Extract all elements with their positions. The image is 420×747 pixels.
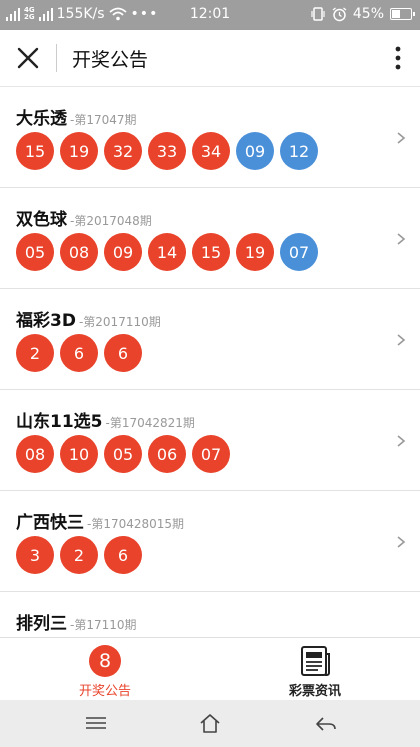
lottery-item[interactable]: 广西快三 -第170428015期 3 2 6 — [0, 491, 420, 592]
lottery-header: 山东11选5 -第17042821期 — [16, 407, 195, 432]
lottery-issue: -第17042821期 — [105, 416, 195, 430]
lottery-item[interactable]: 大乐透 -第17047期 15 19 32 33 34 09 12 — [0, 87, 420, 188]
lottery-issue: -第17047期 — [70, 113, 137, 127]
lottery-header: 福彩3D -第2017110期 — [16, 306, 161, 331]
winning-numbers: 266 — [16, 334, 142, 372]
chevron-right-icon — [397, 536, 406, 548]
red-ball: 32 — [104, 132, 142, 170]
red-ball: 05 — [16, 233, 54, 271]
red-ball: 19 — [236, 233, 274, 271]
lottery-issue: -第2017048期 — [70, 214, 152, 228]
battery-icon — [390, 8, 415, 20]
tab-label: 彩票资讯 — [288, 684, 341, 699]
blue-ball: 09 — [236, 132, 274, 170]
red-ball: 34 — [192, 132, 230, 170]
chevron-right-icon — [397, 233, 406, 245]
red-ball: 09 — [104, 233, 142, 271]
draw-results-icon: 8 — [89, 645, 121, 677]
lottery-issue: -第17110期 — [70, 618, 137, 632]
lottery-item[interactable]: 双色球 -第2017048期 05 08 09 14 15 19 07 — [0, 188, 420, 289]
red-ball: 07 — [192, 435, 230, 473]
tab-label: 开奖公告 — [78, 684, 131, 699]
lottery-item[interactable]: 排列三 -第17110期 — [0, 592, 420, 637]
blue-ball: 07 — [280, 233, 318, 271]
winning-numbers: 08 10 05 06 07 — [16, 435, 230, 473]
lottery-item[interactable]: 山东11选5 -第17042821期 08 10 05 06 07 — [0, 390, 420, 491]
lottery-issue: -第2017110期 — [78, 315, 161, 329]
lottery-name: 山东11选5 — [16, 412, 103, 432]
lottery-name: 排列三 — [16, 614, 67, 634]
lottery-item[interactable]: 福彩3D -第2017110期 2 6 6 — [0, 289, 420, 390]
winning-numbers: 15 19 32 33 34 09 12 — [16, 132, 318, 170]
alarm-icon — [332, 6, 347, 21]
lottery-list: 大乐透 -第17047期 15 19 32 33 34 09 12 双色球 -第2017048期 05… — [0, 87, 420, 637]
tab-draw-results[interactable]: 8 开奖公告 — [0, 638, 210, 701]
system-nav-bar — [0, 700, 420, 747]
winning-numbers: 326 — [16, 536, 142, 574]
tab-bar: 8 开奖公告 彩票资讯 — [0, 637, 420, 701]
red-ball: 2 — [60, 536, 98, 574]
status-bar: 4G 2G 155K/s ••• 12:01 45% — [0, 0, 420, 30]
red-ball: 6 — [104, 536, 142, 574]
lottery-header: 排列三 -第17110期 — [16, 609, 137, 634]
header-divider — [56, 44, 57, 72]
lottery-name: 福彩3D — [16, 311, 76, 331]
red-ball: 6 — [60, 334, 98, 372]
newspaper-icon — [301, 646, 330, 676]
lottery-issue: -第170428015期 — [87, 517, 185, 531]
app-header: 开奖公告 — [0, 30, 420, 87]
chevron-right-icon — [397, 334, 406, 346]
red-ball: 06 — [148, 435, 186, 473]
chevron-right-icon — [397, 132, 406, 144]
lottery-name: 大乐透 — [16, 109, 67, 129]
blue-ball: 12 — [280, 132, 318, 170]
tab-lottery-news[interactable]: 彩票资讯 — [210, 638, 420, 701]
red-ball: 08 — [60, 233, 98, 271]
lottery-header: 大乐透 -第17047期 — [16, 104, 137, 129]
close-icon[interactable] — [14, 44, 42, 72]
vibrate-icon — [311, 7, 325, 21]
red-ball: 15 — [16, 132, 54, 170]
red-ball: 14 — [148, 233, 186, 271]
red-ball: 08 — [16, 435, 54, 473]
red-ball: 19 — [60, 132, 98, 170]
red-ball: 3 — [16, 536, 54, 574]
battery-percent: 45% — [352, 6, 384, 22]
lottery-header: 广西快三 -第170428015期 — [16, 508, 184, 533]
red-ball: 6 — [104, 334, 142, 372]
lottery-name: 双色球 — [16, 210, 67, 230]
red-ball: 05 — [104, 435, 142, 473]
lottery-name: 广西快三 — [16, 513, 84, 533]
red-ball: 10 — [60, 435, 98, 473]
red-ball: 2 — [16, 334, 54, 372]
chevron-right-icon — [397, 435, 406, 447]
page-title: 开奖公告 — [72, 49, 149, 71]
back-icon[interactable] — [314, 712, 338, 734]
more-options-icon[interactable] — [394, 44, 402, 72]
red-ball: 33 — [148, 132, 186, 170]
winning-numbers: 05 08 09 14 15 19 07 — [16, 233, 318, 271]
home-icon[interactable] — [198, 712, 222, 734]
lottery-header: 双色球 -第2017048期 — [16, 205, 152, 230]
menu-icon[interactable] — [84, 712, 108, 734]
red-ball: 15 — [192, 233, 230, 271]
